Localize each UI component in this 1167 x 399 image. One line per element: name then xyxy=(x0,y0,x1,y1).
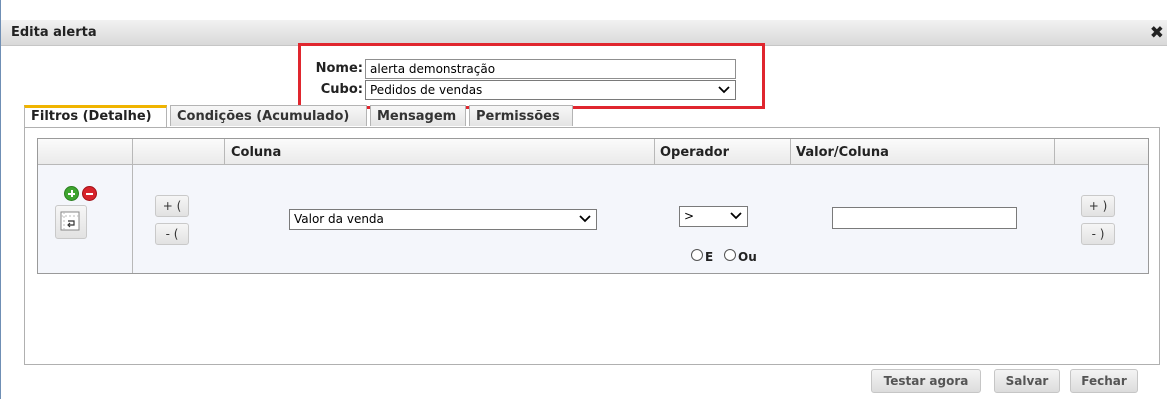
tab-condicoes[interactable]: Condições (Acumulado) xyxy=(170,105,367,126)
nome-input[interactable] xyxy=(365,59,736,79)
col-divider xyxy=(132,139,133,273)
filter-grid: Coluna Operador Valor/Coluna + (- (Val… xyxy=(37,138,1149,274)
tab-filtros[interactable]: Filtros (Detalhe) xyxy=(24,105,167,128)
save-button[interactable]: Salvar xyxy=(994,369,1060,393)
logic-ou-label: Ou xyxy=(738,250,757,264)
header-operador: Operador xyxy=(660,145,730,160)
col-divider xyxy=(654,139,655,165)
remove-icon[interactable] xyxy=(82,186,97,201)
cubo-select[interactable]: Pedidos de vendas xyxy=(365,80,736,100)
valor-input[interactable] xyxy=(832,207,1017,229)
logic-e-radio[interactable] xyxy=(691,249,703,261)
tab-permissoes[interactable]: Permissões xyxy=(469,105,573,126)
dialog-title: Edita alerta xyxy=(11,25,97,40)
col-divider xyxy=(1054,139,1055,165)
add-open-paren-button[interactable]: + ( xyxy=(155,195,189,217)
header-coluna: Coluna xyxy=(231,145,282,160)
edit-alert-dialog: Edita alerta ✖ Nome: Cubo: Pedidos de ve… xyxy=(0,0,1167,399)
cubo-select-value: Pedidos de vendas xyxy=(370,83,483,97)
operador-select[interactable]: > xyxy=(679,206,748,227)
chevron-down-icon xyxy=(579,215,591,223)
remove-open-paren-button[interactable]: - ( xyxy=(155,223,189,245)
operador-select-value: > xyxy=(684,209,695,223)
close-button[interactable]: Fechar xyxy=(1070,369,1138,393)
coluna-select[interactable]: Valor da venda xyxy=(289,209,597,230)
chevron-down-icon xyxy=(718,86,730,94)
remove-close-paren-button[interactable]: - ) xyxy=(1081,223,1115,245)
filters-panel: Coluna Operador Valor/Coluna + (- (Val… xyxy=(24,127,1160,365)
add-close-paren-button[interactable]: + ) xyxy=(1081,195,1115,217)
filter-row: + ( - ( Valor da venda > E Ou +) -) xyxy=(38,165,1148,273)
dialog-titlebar: Edita alerta ✖ xyxy=(1,20,1167,46)
col-divider xyxy=(224,139,225,165)
close-icon[interactable]: ✖ xyxy=(1150,23,1164,43)
group-icon xyxy=(60,211,80,231)
header-valor-coluna: Valor/Coluna xyxy=(796,145,889,160)
coluna-select-value: Valor da venda xyxy=(294,212,384,226)
nome-label: Nome: xyxy=(315,61,363,76)
group-button[interactable] xyxy=(55,205,87,239)
tab-mensagem[interactable]: Mensagem xyxy=(370,105,466,126)
logic-ou-radio[interactable] xyxy=(724,249,736,261)
col-divider xyxy=(790,139,791,165)
logic-e-label: E xyxy=(705,250,714,264)
test-now-button[interactable]: Testar agora xyxy=(871,369,981,393)
chevron-down-icon xyxy=(730,212,742,220)
grid-header: Coluna Operador Valor/Coluna xyxy=(38,139,1148,165)
add-icon[interactable] xyxy=(64,186,79,201)
cubo-label: Cubo: xyxy=(320,82,363,97)
